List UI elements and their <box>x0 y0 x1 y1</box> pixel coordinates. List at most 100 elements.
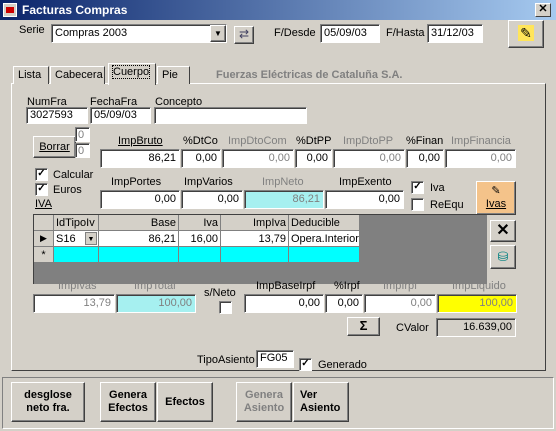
impirpf-label: ImpIrpf <box>383 280 418 292</box>
genera-asiento-line1: Genera <box>245 389 283 401</box>
ver-asiento-line2: Asiento <box>300 402 341 414</box>
grid-new-cell[interactable] <box>288 246 360 263</box>
impvarios-input[interactable]: 0,00 <box>181 190 243 209</box>
hasta-input[interactable]: 31/12/03 <box>427 24 483 43</box>
impbaseirpf-input[interactable]: 0,00 <box>244 294 324 313</box>
table-row-new[interactable]: * <box>34 246 360 263</box>
impfinancia-label: ImpFinancia <box>451 135 511 147</box>
ivas-button[interactable]: ✎ Ivas <box>476 181 516 215</box>
tab-cuerpo-label: Cuerpo <box>111 65 151 79</box>
calcular-checkbox[interactable]: ✓ <box>35 168 48 181</box>
grid-header-impiva: ImpIva <box>220 215 289 231</box>
impdtopp-label: ImpDtoPP <box>343 135 394 147</box>
reequ-label: ReEqu <box>430 199 464 211</box>
edit-icon[interactable]: ✎ <box>508 20 544 48</box>
ver-asiento-line1: Ver <box>300 389 318 401</box>
close-icon[interactable]: ✕ <box>535 3 551 17</box>
ivas-label: Ivas <box>485 198 507 210</box>
tipoasiento-label: TipoAsiento <box>197 354 255 366</box>
serie-select[interactable]: Compras 2003 ▼ <box>51 24 227 43</box>
grid-new-cell[interactable] <box>98 246 179 263</box>
impivas-input: 13,79 <box>33 294 115 313</box>
cvalor-label: CValor <box>396 322 429 334</box>
imptotal-input: 100,00 <box>116 294 196 313</box>
desglose-button[interactable]: desglose neto fra. <box>11 382 85 422</box>
tab-lista[interactable]: Lista <box>13 66 49 84</box>
finan-input[interactable]: 0,00 <box>406 149 444 168</box>
grid-cell-iva[interactable]: 16,00 <box>178 230 221 247</box>
grid-corner <box>34 215 54 231</box>
iva-grid: IdTipoIv Base Iva ImpIva Deducible ▶ S16… <box>33 214 487 284</box>
grid-cell-base[interactable]: 86,21 <box>98 230 179 247</box>
genera-asiento-line2: Asiento <box>243 402 285 414</box>
borrar-button[interactable]: Borrar <box>33 136 76 158</box>
impbruto-input[interactable]: 86,21 <box>100 149 180 168</box>
euros-label: Euros <box>53 184 82 196</box>
chevron-down-icon[interactable]: ▼ <box>85 232 97 245</box>
numfra-input[interactable]: 3027593 <box>26 107 88 124</box>
ver-asiento-button[interactable]: Ver Asiento <box>293 382 349 422</box>
reequ-checkbox[interactable] <box>411 198 424 211</box>
impdtocom-input: 0,00 <box>222 149 294 168</box>
sneto-label: s/Neto <box>204 287 236 299</box>
iva-section-label: IVA <box>35 198 52 210</box>
grid-new-cell[interactable] <box>220 246 289 263</box>
grid-cell-tipo[interactable]: S16 ▼ <box>53 230 99 247</box>
grid-tipo-value: S16 <box>56 232 76 245</box>
swap-button[interactable]: ⇄ <box>234 26 254 44</box>
impbaseirpf-label: ImpBaseIrpf <box>256 280 316 292</box>
genera-efectos-line2: Efectos <box>108 402 148 414</box>
serie-value: Compras 2003 <box>55 27 128 39</box>
company-name: Fuerzas Eléctricas de Cataluña S.A. <box>216 69 403 81</box>
genera-asiento-button: Genera Asiento <box>236 382 292 422</box>
impivas-label: ImpIvas <box>58 280 97 292</box>
dtpp-label: %DtPP <box>296 135 332 147</box>
grid-new-cell[interactable] <box>53 246 99 263</box>
tab-pie[interactable]: Pie <box>157 66 190 84</box>
irpf-label: %Irpf <box>334 280 360 292</box>
impfinancia-input: 0,00 <box>445 149 516 168</box>
impvarios-label: ImpVarios <box>184 176 233 188</box>
concepto-input[interactable] <box>154 107 307 124</box>
row-selector-icon: ▶ <box>34 230 54 247</box>
database-icon[interactable]: ⛁ <box>490 245 516 269</box>
tipoasiento-input[interactable]: FG05 <box>256 350 294 368</box>
impbruto-label: ImpBruto <box>118 135 163 147</box>
iva-checkbox[interactable]: ✓ <box>411 181 424 194</box>
grid-header-deducible: Deducible <box>288 215 360 231</box>
counter-1: 0 <box>75 127 90 142</box>
grid-new-cell[interactable] <box>178 246 221 263</box>
edit-icon: ✎ <box>491 185 501 197</box>
sum-button[interactable]: Σ <box>347 317 380 336</box>
table-row[interactable]: ▶ S16 ▼ 86,21 16,00 13,79 Opera.Interiore <box>34 230 360 247</box>
borrar-label: Borrar <box>39 141 70 153</box>
impexento-input[interactable]: 0,00 <box>325 190 404 209</box>
chevron-down-icon[interactable]: ▼ <box>210 25 226 42</box>
desde-label: F/Desde <box>274 27 316 39</box>
euros-checkbox[interactable]: ✓ <box>35 183 48 196</box>
sneto-checkbox[interactable] <box>219 301 232 314</box>
grid-cell-deducible[interactable]: Opera.Interiore <box>288 230 360 247</box>
impirpf-input: 0,00 <box>364 294 436 313</box>
app-icon <box>3 3 17 17</box>
dtco-input[interactable]: 0,00 <box>181 149 221 168</box>
generado-checkbox[interactable]: ✓ <box>299 358 312 371</box>
fechafra-input[interactable]: 05/09/03 <box>90 107 151 124</box>
desde-input[interactable]: 05/09/03 <box>320 24 380 43</box>
impdtocom-label: ImpDtoCom <box>228 135 287 147</box>
tab-cuerpo[interactable]: Cuerpo <box>108 63 156 85</box>
efectos-button[interactable]: Efectos <box>157 382 213 422</box>
grid-cell-impiva[interactable]: 13,79 <box>220 230 289 247</box>
title-bar: Facturas Compras ✕ <box>0 0 556 20</box>
impliquido-label: ImpLiquido <box>452 280 506 292</box>
grid-header-tipo: IdTipoIv <box>53 215 99 231</box>
genera-efectos-button[interactable]: Genera Efectos <box>100 382 156 422</box>
delete-row-icon[interactable]: ✕ <box>490 220 516 242</box>
impportes-input[interactable]: 0,00 <box>100 190 180 209</box>
tab-cabecera[interactable]: Cabecera <box>50 66 105 84</box>
grid-header-iva: Iva <box>178 215 221 231</box>
irpf-input[interactable]: 0,00 <box>325 294 363 313</box>
calcular-label: Calcular <box>53 169 94 181</box>
dtpp-input[interactable]: 0,00 <box>295 149 332 168</box>
cvalor-value: 16.639,00 <box>436 318 516 337</box>
